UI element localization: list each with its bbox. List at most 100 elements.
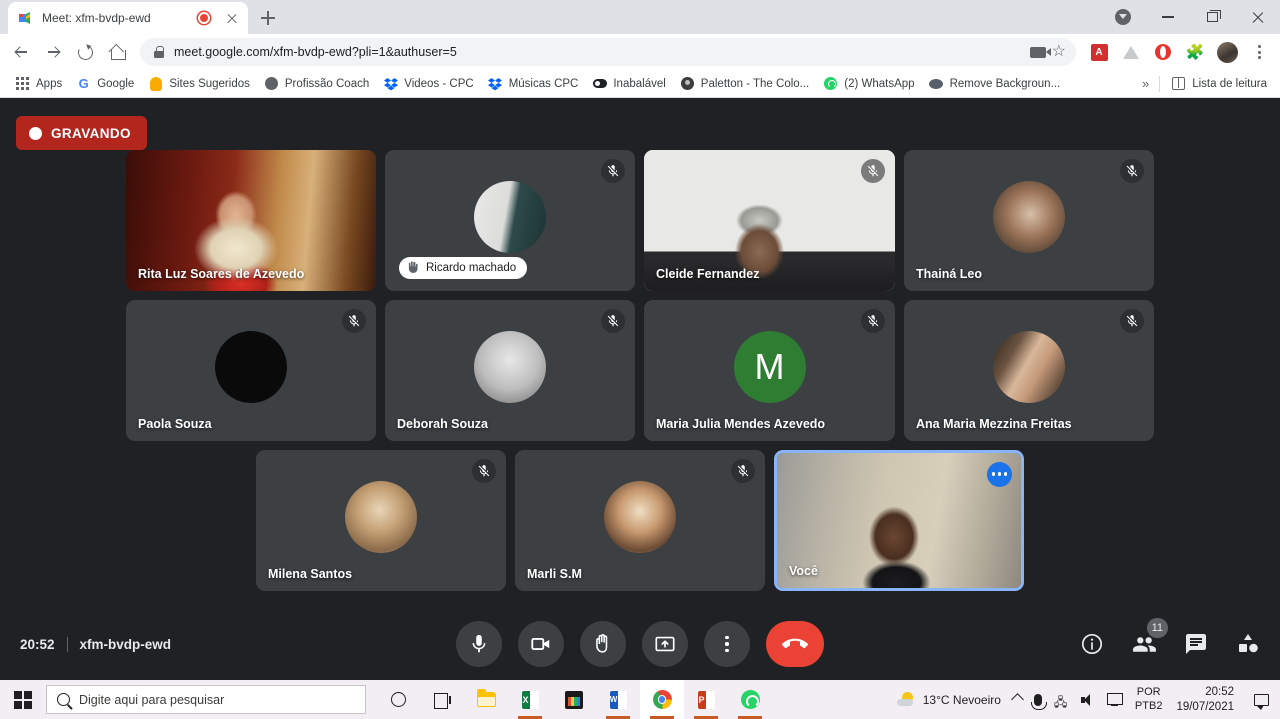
media-capture-icon[interactable] xyxy=(1029,46,1051,58)
minimize-button[interactable] xyxy=(1145,1,1190,33)
download-indicator-button[interactable] xyxy=(1100,1,1145,33)
participant-row: Paola Souza Deborah Souza M Maria Julia … xyxy=(126,299,1154,441)
participant-tile-milena[interactable]: Milena Santos xyxy=(256,449,506,591)
chat-button[interactable] xyxy=(1182,630,1210,658)
file-explorer-button[interactable] xyxy=(464,680,508,719)
dark-app-icon xyxy=(565,690,583,709)
present-screen-button[interactable] xyxy=(642,621,688,667)
arrow-right-icon xyxy=(46,45,61,60)
participant-tile-thaina[interactable]: Thainá Leo xyxy=(904,149,1154,291)
participant-tile-ana-maria[interactable]: Ana Maria Mezzina Freitas xyxy=(904,299,1154,441)
microphone-button[interactable] xyxy=(456,621,502,667)
language-indicator[interactable]: POR PTB2 xyxy=(1129,686,1169,714)
bookmark-sites-sugeridos[interactable]: Sites Sugeridos xyxy=(141,73,257,94)
meeting-info: 20:52 xfm-bvdp-ewd xyxy=(20,636,172,652)
tile-more-options-button[interactable] xyxy=(987,461,1012,487)
adobe-extension-button[interactable]: A xyxy=(1084,37,1114,67)
bookmark-videos-cpc[interactable]: Videos - CPC xyxy=(376,73,480,94)
cortana-button[interactable] xyxy=(376,680,420,719)
triangle-icon xyxy=(1123,45,1139,59)
taskbar-clock[interactable]: 20:52 19/07/2021 xyxy=(1168,685,1242,714)
microphone-tray-button[interactable] xyxy=(1028,680,1048,719)
participant-tile-paola[interactable]: Paola Souza xyxy=(126,299,376,441)
window-controls xyxy=(1100,0,1280,34)
meet-secondary-controls: 11 xyxy=(1078,618,1262,658)
maximize-button[interactable] xyxy=(1190,1,1235,33)
mute-badge xyxy=(1120,158,1144,183)
tab-recording-indicator-icon[interactable] xyxy=(198,12,210,24)
weather-widget[interactable]: 13°C Nevoeiro xyxy=(891,680,1007,719)
extensions-button[interactable]: 🧩 xyxy=(1180,37,1210,67)
bookmarks-overflow-button[interactable]: » xyxy=(1136,76,1155,91)
network-tray-button[interactable] xyxy=(1048,680,1075,719)
bookmark-musicas-cpc[interactable]: Músicas CPC xyxy=(481,73,586,94)
volume-tray-button[interactable] xyxy=(1075,680,1101,719)
start-button[interactable] xyxy=(0,680,46,719)
profile-button[interactable] xyxy=(1212,37,1242,67)
chrome-menu-button[interactable] xyxy=(1244,37,1274,67)
task-view-icon xyxy=(433,692,451,709)
back-button[interactable] xyxy=(6,37,36,67)
participant-name: Maria Julia Mendes Azevedo xyxy=(656,416,826,431)
participant-tile-ricardo[interactable]: Ricardo machado xyxy=(385,149,635,291)
participant-tile-self[interactable]: Você xyxy=(774,449,1024,591)
participant-tile-rita[interactable]: Rita Luz Soares de Azevedo xyxy=(126,149,376,291)
bookmark-whatsapp[interactable]: (2) WhatsApp xyxy=(816,73,921,94)
display-tray-button[interactable] xyxy=(1101,680,1129,719)
excel-icon xyxy=(521,690,539,709)
leave-call-button[interactable] xyxy=(766,621,824,667)
address-bar[interactable]: meet.google.com/xfm-bvdp-ewd?pli=1&authu… xyxy=(140,38,1076,66)
participant-count-badge: 11 xyxy=(1146,618,1168,638)
meeting-code: xfm-bvdp-ewd xyxy=(79,636,172,652)
arrow-left-icon xyxy=(14,45,29,60)
drive-extension-button[interactable] xyxy=(1116,37,1146,67)
show-hidden-icons-button[interactable] xyxy=(1011,693,1024,706)
participant-tile-cleide[interactable]: Cleide Fernandez xyxy=(644,149,895,291)
chrome-button[interactable] xyxy=(640,680,684,719)
excel-button[interactable] xyxy=(508,680,552,719)
camera-button[interactable] xyxy=(518,621,564,667)
dark-app-button[interactable] xyxy=(552,680,596,719)
close-window-button[interactable] xyxy=(1235,1,1280,33)
paletton-icon xyxy=(680,76,695,91)
more-options-button[interactable] xyxy=(704,621,750,667)
raise-hand-button[interactable] xyxy=(580,621,626,667)
recording-label: GRAVANDO xyxy=(51,125,131,141)
meet-primary-controls xyxy=(456,621,824,667)
bookmark-apps[interactable]: Apps xyxy=(8,73,69,94)
bookmark-star-icon[interactable]: ☆ xyxy=(1052,44,1066,60)
word-button[interactable] xyxy=(596,680,640,719)
reading-list-button[interactable]: Lista de leitura xyxy=(1164,73,1274,94)
activities-button[interactable] xyxy=(1234,630,1262,658)
taskbar-search-input[interactable]: Digite aqui para pesquisar xyxy=(46,685,366,714)
forward-button[interactable] xyxy=(38,37,68,67)
participant-tile-maria-julia[interactable]: M Maria Julia Mendes Azevedo xyxy=(644,299,895,441)
bookmark-google[interactable]: G Google xyxy=(69,73,141,94)
bookmark-paletton[interactable]: Paletton - The Colo... xyxy=(673,73,816,94)
notification-icon xyxy=(1253,693,1269,710)
browser-tab-meet[interactable]: Meet: xfm-bvdp-ewd xyxy=(8,2,248,34)
bookmark-profissao-coach[interactable]: Profissão Coach xyxy=(257,73,376,94)
opera-extension-button[interactable] xyxy=(1148,37,1178,67)
participant-tile-marli[interactable]: Marli S.M xyxy=(515,449,765,591)
meeting-details-button[interactable] xyxy=(1078,630,1106,658)
task-view-button[interactable] xyxy=(420,680,464,719)
whatsapp-button[interactable] xyxy=(728,680,772,719)
network-icon xyxy=(1054,693,1069,706)
language-bottom: PTB2 xyxy=(1134,699,1163,712)
participant-tile-deborah[interactable]: Deborah Souza xyxy=(385,299,635,441)
close-tab-icon[interactable] xyxy=(224,10,240,26)
home-button[interactable] xyxy=(102,37,132,67)
notifications-button[interactable] xyxy=(1242,680,1280,719)
bookmark-inabalavel[interactable]: Inabalável xyxy=(585,73,672,94)
new-tab-button[interactable] xyxy=(254,4,282,32)
participant-row: Rita Luz Soares de Azevedo Ricardo macha… xyxy=(126,149,1154,291)
reload-button[interactable] xyxy=(70,37,100,67)
show-everyone-button[interactable]: 11 xyxy=(1130,618,1168,658)
home-icon xyxy=(110,45,126,60)
system-tray: 13°C Nevoeiro POR PTB2 20:52 19/07/2021 xyxy=(891,680,1280,719)
black-pill-icon xyxy=(592,76,607,91)
bookmark-remove-background[interactable]: Remove Backgroun... xyxy=(922,73,1068,94)
powerpoint-button[interactable] xyxy=(684,680,728,719)
avatar xyxy=(993,331,1065,404)
